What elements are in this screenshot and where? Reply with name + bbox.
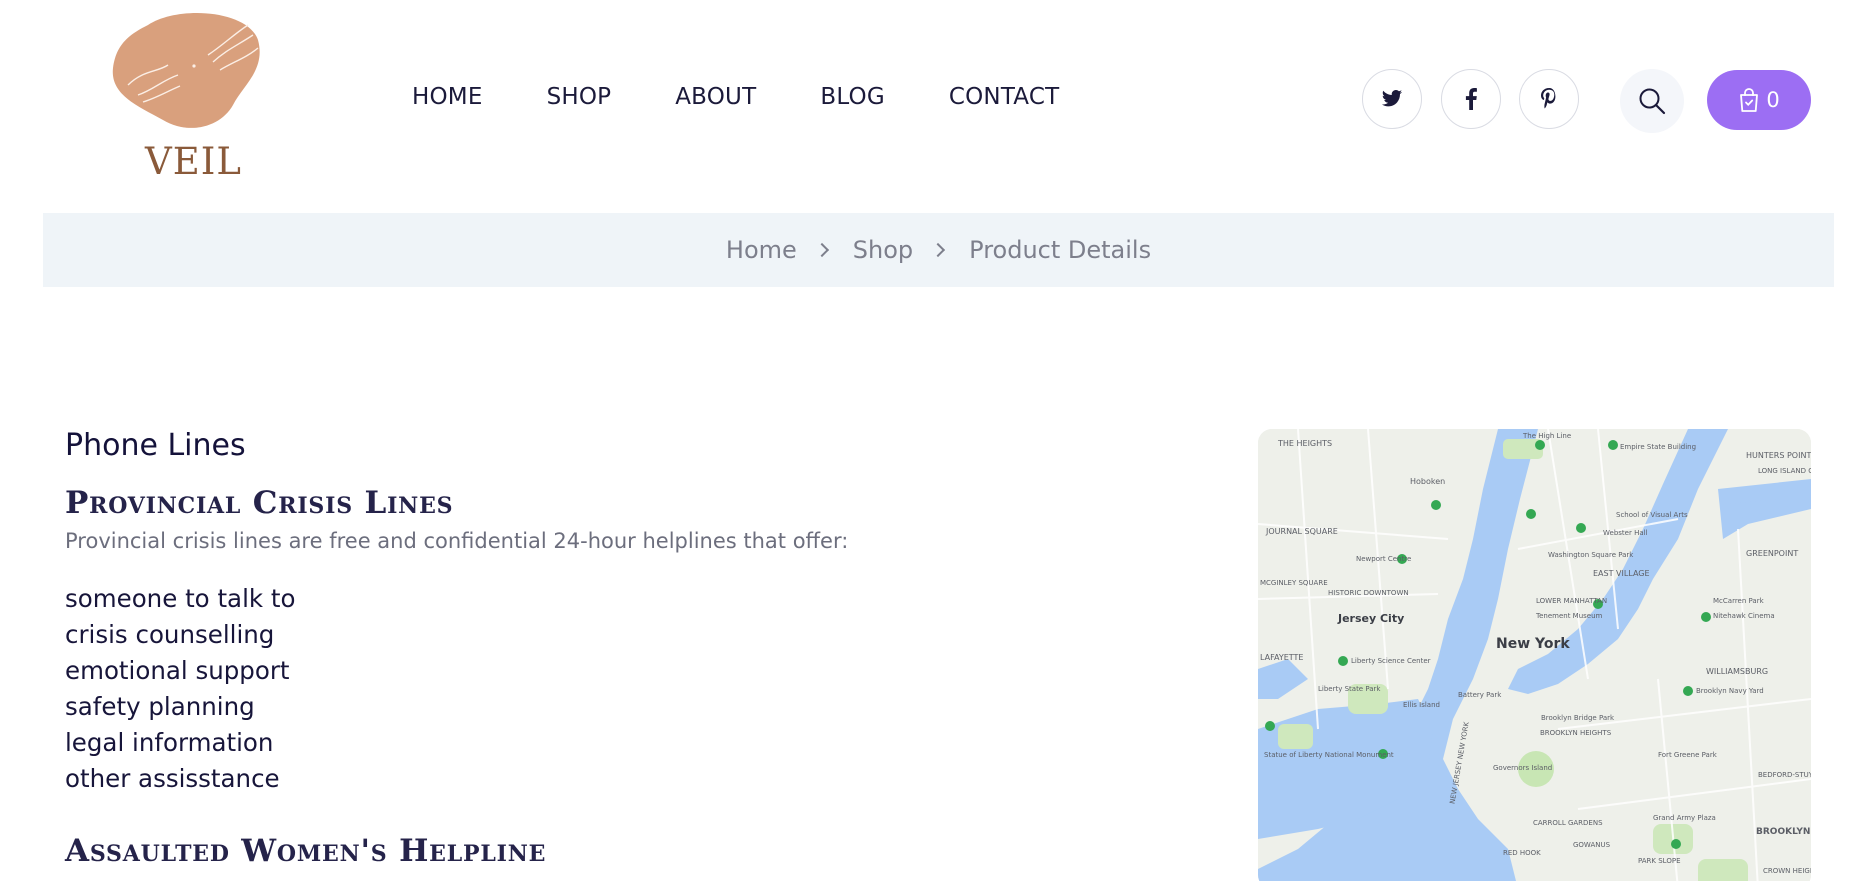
twitter-button[interactable] — [1362, 69, 1422, 129]
map-label-park-slope: PARK SLOPE — [1638, 857, 1681, 865]
map-label-brooklyn: BROOKLYN — [1756, 827, 1811, 837]
pinterest-icon — [1541, 88, 1556, 109]
list-item: legal information — [65, 728, 274, 757]
map-label-statue-of-liberty: Statue of Liberty National Monument — [1264, 751, 1394, 759]
nav-item-shop[interactable]: SHOP — [547, 84, 612, 110]
chevron-right-icon — [931, 242, 946, 258]
map-label-battery-park: Battery Park — [1458, 691, 1502, 699]
map-label-tenement-museum: Tenement Museum — [1536, 612, 1603, 620]
map-canvas — [1258, 429, 1811, 881]
map-label-red-hook: RED HOOK — [1503, 849, 1541, 857]
map-label-east-village: EAST VILLAGE — [1593, 569, 1650, 578]
map-label-jersey-city: Jersey City — [1338, 612, 1405, 625]
map-label-nitehawk: Nitehawk Cinema — [1713, 612, 1775, 620]
map-label-long-island-city: LONG ISLAND CITY — [1758, 467, 1811, 475]
search-icon — [1639, 88, 1666, 115]
map-label-gowanus: GOWANUS — [1573, 841, 1611, 849]
breadcrumb-shop[interactable]: Shop — [853, 236, 913, 264]
map-label-crown-heights: CROWN HEIGH — [1763, 867, 1811, 875]
nav-item-home[interactable]: HOME — [412, 84, 483, 110]
map-label-brooklyn-bridge-park: Brooklyn Bridge Park — [1541, 714, 1615, 722]
list-item: someone to talk to — [65, 584, 296, 613]
map-label-williamsburg: WILLIAMSBURG — [1706, 667, 1769, 676]
list-item: crisis counselling — [65, 620, 275, 649]
map-label-lower-manhattan: LOWER MANHATTAN — [1536, 597, 1608, 605]
location-map[interactable]: New York Jersey City THE HEIGHTS Hoboken… — [1258, 429, 1811, 881]
map-label-newport-centre: Newport Centre — [1356, 555, 1412, 563]
list-item: safety planning — [65, 692, 255, 721]
brand-name: VEIL — [145, 140, 242, 183]
nav-item-contact[interactable]: CONTACT — [949, 84, 1059, 110]
list-item: emotional support — [65, 656, 290, 685]
shopping-bag-icon — [1740, 88, 1759, 112]
page-title: Phone Lines — [65, 428, 246, 463]
map-label-carroll-gardens: CARROLL GARDENS — [1533, 819, 1603, 827]
chevron-right-icon — [814, 242, 829, 258]
map-label-liberty-science: Liberty Science Center — [1351, 657, 1431, 665]
site-header: VEIL HOME SHOP ABOUT BLOG CONTACT 0 — [0, 0, 1857, 210]
map-label-grand-army: Grand Army Plaza — [1653, 814, 1716, 822]
search-button[interactable] — [1620, 69, 1684, 133]
breadcrumb-home[interactable]: Home — [726, 236, 797, 264]
map-label-webster-hall: Webster Hall — [1603, 529, 1648, 537]
map-label-mcginley: MCGINLEY SQUARE — [1260, 579, 1328, 587]
main-content: Phone Lines Provincial Crisis Lines Prov… — [65, 428, 1165, 869]
cart-count: 0 — [1766, 88, 1780, 112]
twitter-icon — [1381, 90, 1403, 107]
map-label-empire-state: Empire State Building — [1620, 443, 1697, 451]
main-nav: HOME SHOP ABOUT BLOG CONTACT — [412, 84, 1123, 110]
map-label-greenpoint: GREENPOINT — [1746, 549, 1799, 558]
map-label-bedford-stuy: BEDFORD-STUY — [1758, 771, 1811, 779]
map-label-navy-yard: Brooklyn Navy Yard — [1696, 687, 1764, 695]
map-label-ellis-island: Ellis Island — [1403, 701, 1440, 709]
map-label-school-visual-arts: School of Visual Arts — [1616, 511, 1688, 519]
map-label-liberty-state-park: Liberty State Park — [1318, 685, 1381, 693]
breadcrumb-current: Product Details — [969, 236, 1152, 264]
map-label-high-line: The High Line — [1523, 432, 1572, 440]
logo-shape-icon — [112, 13, 260, 128]
section-heading-provincial: Provincial Crisis Lines — [65, 485, 454, 521]
map-label-the-heights: THE HEIGHTS — [1278, 439, 1333, 448]
map-label-journal-square: JOURNAL SQUARE — [1266, 527, 1338, 536]
services-list: someone to talk to crisis counselling em… — [65, 581, 1165, 797]
map-label-hoboken: Hoboken — [1410, 477, 1446, 486]
map-label-mccarren: McCarren Park — [1713, 597, 1764, 605]
map-label-governors-island: Governors Island — [1493, 764, 1553, 772]
map-label-brooklyn-heights: BROOKLYN HEIGHTS — [1540, 729, 1612, 737]
pinterest-button[interactable] — [1519, 69, 1579, 129]
section-heading-helpline: Assaulted Women's Helpline — [65, 833, 547, 869]
map-label-fort-greene: Fort Greene Park — [1658, 751, 1717, 759]
map-label-historic-downtown: HISTORIC DOWNTOWN — [1328, 589, 1409, 597]
facebook-icon — [1465, 88, 1477, 110]
nav-item-about[interactable]: ABOUT — [675, 84, 756, 110]
section-intro: Provincial crisis lines are free and con… — [65, 529, 849, 553]
map-label-hunters-point: HUNTERS POINT — [1746, 451, 1811, 460]
map-label-washington-square: Washington Square Park — [1548, 551, 1634, 559]
list-item: other assisstance — [65, 764, 280, 793]
nav-item-blog[interactable]: BLOG — [820, 84, 885, 110]
breadcrumb: Home Shop Product Details — [43, 213, 1834, 287]
cart-button[interactable]: 0 — [1707, 70, 1811, 130]
facebook-button[interactable] — [1441, 69, 1501, 129]
map-label-lafayette: LAFAYETTE — [1260, 653, 1304, 662]
map-label-new-york: New York — [1496, 636, 1570, 652]
